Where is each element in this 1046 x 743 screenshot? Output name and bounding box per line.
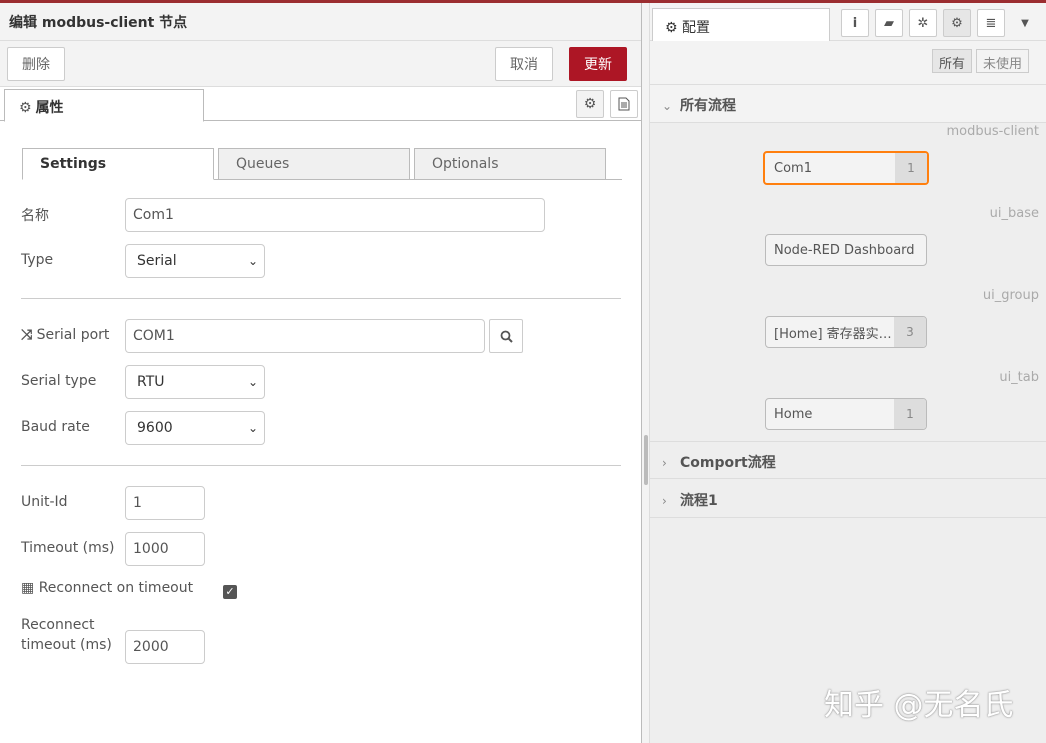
chevron-down-icon: ⌄ <box>247 375 258 389</box>
serial-port-label: ⤨ Serial port <box>21 327 109 343</box>
sidebar-filter-bar: 所有 未使用 <box>650 41 1046 85</box>
section-comport-label: Comport流程 <box>680 455 776 471</box>
section-all-flows-label: 所有流程 <box>680 98 736 114</box>
node-description-button[interactable] <box>610 90 638 118</box>
help-tab-button[interactable]: ▰ <box>875 9 903 37</box>
serial-port-input[interactable]: COM1 <box>125 319 485 353</box>
type-label-modbus-client: modbus-client <box>946 124 1039 139</box>
config-node-ui-group[interactable]: [Home] 寄存器实… 3 <box>765 316 927 348</box>
delete-button[interactable]: 删除 <box>7 47 65 81</box>
config-node-com1[interactable]: Com1 1 <box>763 151 929 185</box>
gear-icon: ⚙ <box>19 100 32 116</box>
gear-icon: ⚙ <box>583 96 597 112</box>
gear-icon: ⚙ <box>951 15 963 31</box>
node-settings-button[interactable]: ⚙ <box>576 90 604 118</box>
chevron-down-icon: ⌄ <box>247 254 258 268</box>
shuffle-icon: ⤨ <box>21 327 33 343</box>
unit-id-label: Unit-Id <box>21 494 68 510</box>
form-subtabs: Settings Queues Optionals <box>22 148 622 180</box>
filter-unused-button[interactable]: 未使用 <box>976 49 1030 73</box>
chevron-down-icon: ⌄ <box>662 99 673 113</box>
search-icon <box>500 330 513 343</box>
baud-rate-select[interactable]: 9600 ⌄ <box>125 411 265 445</box>
name-input[interactable]: Com1 <box>125 198 545 232</box>
bug-icon: ✲ <box>917 15 929 31</box>
document-icon <box>618 97 630 111</box>
config-node-count: 1 <box>895 153 927 183</box>
tab-properties-label: 属性 <box>35 100 64 116</box>
config-node-name: Home <box>774 406 813 422</box>
gear-icon: ⚙ <box>665 20 678 36</box>
type-label: Type <box>21 252 54 268</box>
config-node-home[interactable]: Home 1 <box>765 398 927 430</box>
divider <box>21 465 621 466</box>
tab-properties[interactable]: ⚙ 属性 <box>4 89 204 122</box>
timeout-label: Timeout (ms) <box>21 540 115 556</box>
config-node-name: Node-RED Dashboard <box>774 242 915 258</box>
timeout-input[interactable]: 1000 <box>125 532 205 566</box>
reconnect-label: ▦ Reconnect on timeout <box>21 580 193 596</box>
splitter-grip[interactable] <box>644 435 648 485</box>
baud-rate-select-value: 9600 <box>137 420 173 436</box>
reconnect-timeout-label: Reconnect timeout (ms) <box>21 617 112 653</box>
tray-toolbar: 删除 取消 更新 <box>0 41 641 87</box>
tab-config-label: 配置 <box>682 20 711 36</box>
panel-splitter[interactable] <box>642 3 650 743</box>
section-comport-flow[interactable]: › Comport流程 <box>650 441 1046 479</box>
type-select-value: Serial <box>137 253 177 269</box>
config-node-count: 3 <box>894 317 926 347</box>
tab-optionals[interactable]: Optionals <box>414 148 606 180</box>
serial-type-select-value: RTU <box>137 374 165 390</box>
config-node-count: 1 <box>894 399 926 429</box>
sidebar-tabs: ⚙ 配置 i ▰ ✲ ⚙ ≣ ▼ <box>650 3 1046 42</box>
sidebar-menu-button[interactable]: ▼ <box>1011 9 1039 37</box>
tab-settings[interactable]: Settings <box>22 148 214 180</box>
serial-type-label: Serial type <box>21 373 97 389</box>
section-flow1-label: 流程1 <box>680 493 718 509</box>
watermark: 知乎 @无名氏 <box>824 688 1014 723</box>
cancel-button[interactable]: 取消 <box>495 47 553 81</box>
baud-rate-label: Baud rate <box>21 419 90 435</box>
sidebar: ⚙ 配置 i ▰ ✲ ⚙ ≣ ▼ 所有 未使用 ⌄ 所有流程 modbus-cli… <box>650 3 1046 743</box>
unit-id-input[interactable]: 1 <box>125 486 205 520</box>
update-button[interactable]: 更新 <box>569 47 627 81</box>
database-icon: ≣ <box>985 15 997 31</box>
book-icon: ▰ <box>884 15 894 31</box>
info-icon: i <box>852 15 858 31</box>
reconnect-checkbox[interactable]: ✓ <box>223 585 237 599</box>
reconnect-timeout-input[interactable]: 2000 <box>125 630 205 664</box>
type-label-ui-base: ui_base <box>989 206 1039 221</box>
check-icon: ✓ <box>225 585 235 598</box>
reconnect-timeout-label-line2: timeout (ms) <box>21 637 112 653</box>
type-select[interactable]: Serial ⌄ <box>125 244 265 278</box>
serial-port-label-text: Serial port <box>36 327 110 343</box>
tab-config[interactable]: ⚙ 配置 <box>652 8 830 42</box>
tray-tabbar: ⚙ 属性 ⚙ <box>0 87 641 122</box>
name-label: 名称 <box>21 208 49 224</box>
section-flow1[interactable]: › 流程1 <box>650 480 1046 518</box>
serial-type-select[interactable]: RTU ⌄ <box>125 365 265 399</box>
section-all-flows[interactable]: ⌄ 所有流程 <box>650 85 1046 123</box>
chevron-right-icon: › <box>662 494 667 508</box>
config-node-name: Com1 <box>774 160 812 176</box>
reconnect-label-text: Reconnect on timeout <box>38 580 194 596</box>
config-node-dashboard[interactable]: Node-RED Dashboard <box>765 234 927 266</box>
type-label-ui-tab: ui_tab <box>999 370 1039 385</box>
tab-queues[interactable]: Queues <box>218 148 410 180</box>
debug-tab-button[interactable]: ✲ <box>909 9 937 37</box>
context-tab-button[interactable]: ≣ <box>977 9 1005 37</box>
serial-port-search-button[interactable] <box>489 319 523 353</box>
type-label-ui-group: ui_group <box>982 288 1039 303</box>
info-tab-button[interactable]: i <box>841 9 869 37</box>
caret-down-icon: ▼ <box>1021 17 1029 29</box>
chevron-right-icon: › <box>662 456 667 470</box>
chevron-down-icon: ⌄ <box>247 421 258 435</box>
divider <box>21 298 621 299</box>
grid-icon: ▦ <box>21 580 35 596</box>
tray-title: 编辑 modbus-client 节点 <box>0 3 641 41</box>
config-tab-button[interactable]: ⚙ <box>943 9 971 37</box>
config-node-name: [Home] 寄存器实… <box>774 326 892 342</box>
filter-all-button[interactable]: 所有 <box>932 49 973 73</box>
reconnect-timeout-label-line1: Reconnect <box>21 617 95 633</box>
